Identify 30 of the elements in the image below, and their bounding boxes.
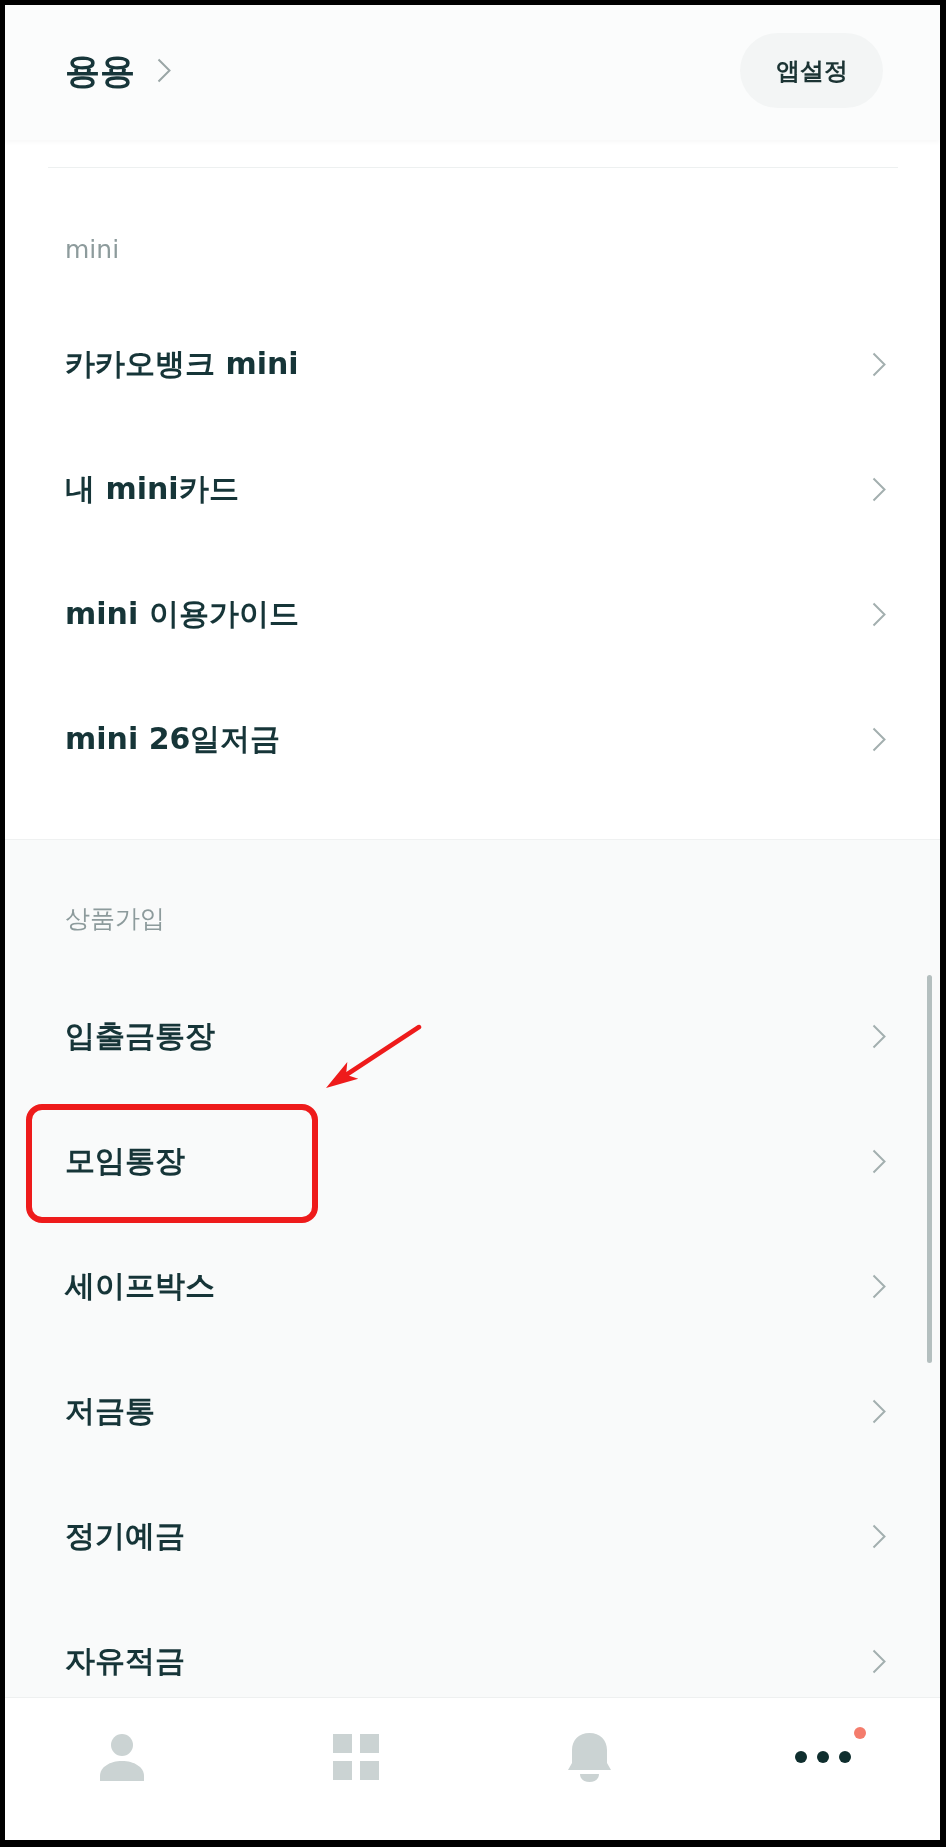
person-icon <box>99 1733 144 1781</box>
more-icon <box>795 1751 852 1763</box>
menu-item[interactable]: 저금통 <box>5 1349 940 1474</box>
grid-icon <box>332 1734 379 1780</box>
menu-item[interactable]: 자유적금 <box>5 1599 940 1697</box>
chevron-right-icon <box>872 1024 886 1049</box>
page-title-link[interactable]: 용용 <box>65 48 171 93</box>
section-heading: mini <box>64 234 121 266</box>
chevron-right-icon <box>872 727 886 752</box>
menu-item[interactable]: 카카오뱅크 mini <box>5 302 940 427</box>
chevron-right-icon <box>872 352 886 377</box>
settings-button[interactable]: 앱설정 <box>740 33 883 108</box>
bell-icon <box>567 1732 611 1782</box>
chevron-right-icon <box>872 1149 886 1174</box>
chevron-right-icon <box>872 602 886 627</box>
chevron-right-icon <box>872 1649 886 1674</box>
chevron-right-icon <box>157 58 171 83</box>
menu-item[interactable]: mini 26일저금 <box>5 677 940 802</box>
chevron-right-icon <box>872 1399 886 1424</box>
chevron-right-icon <box>872 477 886 502</box>
menu-item[interactable]: 모임통장 <box>5 1099 940 1224</box>
menu-item[interactable]: 입출금통장 <box>5 974 940 1099</box>
chevron-right-icon <box>872 1274 886 1299</box>
menu-item[interactable]: 내 mini카드 <box>5 427 940 552</box>
section-heading: 상품가입 <box>64 903 166 935</box>
scrollbar[interactable] <box>927 975 932 1363</box>
chevron-right-icon <box>872 1524 886 1549</box>
menu-item[interactable]: 정기예금 <box>5 1474 940 1599</box>
menu-item[interactable]: 세이프박스 <box>5 1224 940 1349</box>
menu-item[interactable]: mini 이용가이드 <box>5 552 940 677</box>
